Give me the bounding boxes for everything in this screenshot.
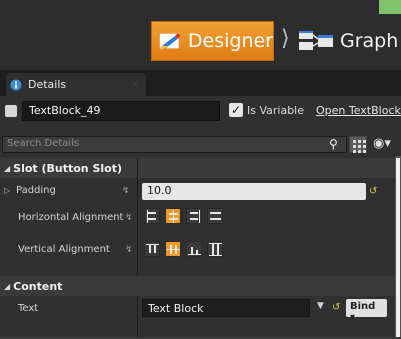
reset-to-default-icon[interactable]: ↺ <box>369 186 377 197</box>
search-icon: ⚲ <box>329 137 338 151</box>
expand-arrow-icon[interactable]: ▷ <box>4 186 10 195</box>
dropdown-arrow-icon[interactable]: ▼ <box>317 301 324 311</box>
tab-details[interactable]: Details ✕ <box>6 73 146 96</box>
reset-to-default-icon[interactable]: ↺ <box>332 302 340 313</box>
graph-icon <box>299 31 333 50</box>
search-input[interactable]: Search Details <box>2 136 347 153</box>
search-row: Search Details ⚲ ◉▾ <box>0 136 401 156</box>
h-align-center-button[interactable] <box>165 208 181 224</box>
designer-mode-button[interactable]: Designer <box>151 21 274 61</box>
panel-tab-strip: Details ✕ <box>0 70 401 96</box>
object-name-row: TextBlock_49 ✓ Is Variable Open TextBloc… <box>0 100 401 122</box>
bind-button[interactable]: Bind ▾ <box>346 299 387 323</box>
property-matrix-icon[interactable] <box>349 136 367 153</box>
category-content-label: Content <box>13 279 63 293</box>
object-name-field[interactable]: TextBlock_49 <box>22 101 220 121</box>
h-align-right-button[interactable] <box>186 208 202 224</box>
binding-icon: ↯ <box>125 245 133 255</box>
scrollbar-thumb[interactable] <box>396 158 400 337</box>
collapse-arrow-icon: ◢ <box>4 281 11 291</box>
v-align-top-button[interactable] <box>144 241 160 257</box>
v-align-fill-button[interactable] <box>207 241 223 257</box>
designer-mode-label: Designer <box>187 30 273 52</box>
category-content[interactable]: ◢ Content <box>0 276 401 296</box>
eye-icon[interactable]: ◉▾ <box>373 136 391 151</box>
is-variable-checkbox[interactable]: ✓ <box>229 103 243 117</box>
details-panel: TextBlock_49 ✓ Is Variable Open TextBloc… <box>0 96 401 339</box>
widget-icon <box>5 105 17 117</box>
horizontal-alignment-label: Horizontal Alignment <box>18 212 124 223</box>
text-property-label: Text <box>18 303 39 314</box>
v-align-bottom-button[interactable] <box>186 241 202 257</box>
vertical-alignment-label: Vertical Alignment <box>18 244 110 255</box>
graph-mode-button[interactable]: Graph <box>298 21 398 61</box>
binding-icon: ↯ <box>125 213 133 223</box>
v-align-center-button[interactable] <box>165 241 181 257</box>
column-divider <box>137 296 138 337</box>
h-align-left-button[interactable] <box>144 208 160 224</box>
designer-icon <box>159 32 181 50</box>
graph-mode-label: Graph <box>340 30 399 52</box>
column-divider <box>137 178 138 276</box>
details-icon <box>10 79 22 90</box>
category-slot[interactable]: ◢ Slot (Button Slot) <box>0 158 401 178</box>
binding-icon: ↯ <box>122 186 130 196</box>
collapse-arrow-icon: ◢ <box>4 163 11 173</box>
breadcrumb-separator: ⟩ <box>281 26 290 51</box>
h-align-fill-button[interactable] <box>207 208 223 224</box>
close-icon[interactable]: ✕ <box>130 77 140 91</box>
category-slot-label: Slot (Button Slot) <box>13 161 123 175</box>
corner-accent <box>379 0 401 14</box>
column-divider <box>137 158 138 178</box>
mode-toolbar: Designer ⟩ Graph <box>0 0 401 70</box>
open-textblock-link[interactable]: Open TextBlock <box>316 104 401 117</box>
bind-button-label: Bind <box>350 301 376 312</box>
padding-input[interactable]: 10.0 <box>142 183 366 200</box>
tab-details-label: Details <box>28 78 67 91</box>
text-value-field[interactable]: Text Block <box>142 299 310 317</box>
is-variable-label: Is Variable <box>247 104 305 117</box>
padding-label: Padding <box>16 185 56 196</box>
